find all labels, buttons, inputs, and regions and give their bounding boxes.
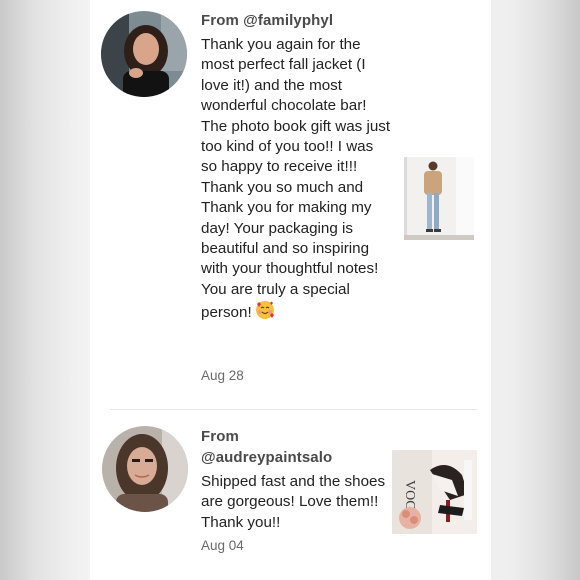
reviews-card: From @familyphyl Thank you again for the… xyxy=(90,0,491,580)
review-text: Thank you again for the most perfect fal… xyxy=(201,35,391,327)
review-divider xyxy=(110,409,477,410)
reviewer-avatar[interactable] xyxy=(101,11,187,97)
product-thumbnail[interactable]: VOGUE xyxy=(392,450,477,534)
product-photo: VOGUE xyxy=(392,450,477,534)
review-date: Aug 28 xyxy=(201,368,244,383)
review-text-content: Thank you again for the most perfect fal… xyxy=(201,36,391,322)
product-thumbnail[interactable] xyxy=(404,157,474,240)
review-date: Aug 04 xyxy=(201,538,244,553)
review-from[interactable]: From @familyphyl xyxy=(201,12,333,29)
smiling-face-with-hearts-icon xyxy=(255,300,275,326)
review-text: Shipped fast and the shoes are gorgeous!… xyxy=(201,473,386,531)
avatar-photo xyxy=(101,11,187,97)
product-photo xyxy=(404,157,474,240)
review-from-user[interactable]: @audreypaintsalo xyxy=(201,449,332,466)
reviewer-avatar[interactable] xyxy=(102,426,188,512)
avatar-photo xyxy=(102,426,188,512)
review-from-label: From xyxy=(201,428,239,445)
